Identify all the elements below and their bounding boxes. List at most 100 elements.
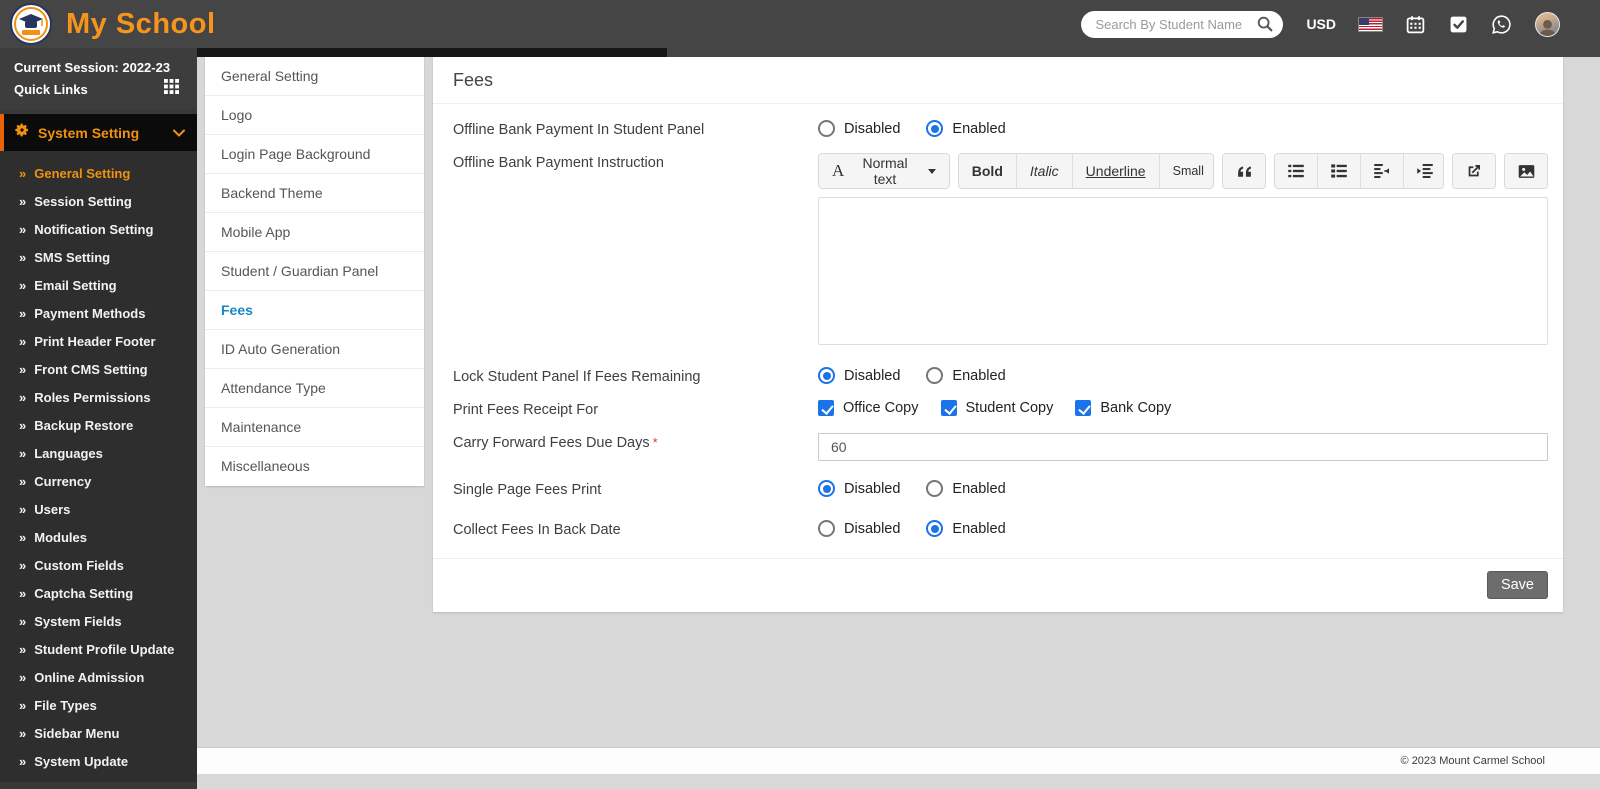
- radio-enabled[interactable]: Enabled: [926, 367, 1006, 384]
- bold-button[interactable]: Bold: [958, 154, 1017, 188]
- link-button[interactable]: [1453, 154, 1495, 188]
- sidebar-item-sms-setting[interactable]: » SMS Setting: [0, 244, 197, 272]
- row-print-fees-receipt: Print Fees Receipt For Office Copy Stude…: [453, 400, 1548, 418]
- sidebar-item-file-types[interactable]: » File Types: [0, 692, 197, 720]
- submenu-item-login-page-background[interactable]: Login Page Background: [205, 135, 424, 174]
- user-avatar[interactable]: [1535, 11, 1560, 37]
- small-button[interactable]: Small: [1159, 154, 1213, 188]
- checkbox-box: [940, 400, 957, 416]
- sidebar-item-label: Custom Fields: [34, 558, 124, 573]
- sidebar-menu-system-setting[interactable]: System Setting: [0, 114, 197, 151]
- radio-circle: [926, 120, 944, 137]
- sidebar-item-sidebar-menu[interactable]: » Sidebar Menu: [0, 720, 197, 748]
- sidebar-item-label: Payment Methods: [34, 306, 146, 321]
- sidebar-item-roles-permissions[interactable]: » Roles Permissions: [0, 384, 197, 412]
- style-dropdown-button[interactable]: A Normal text: [819, 154, 949, 188]
- radio-disabled[interactable]: Disabled: [818, 120, 900, 137]
- sidebar-item-system-fields[interactable]: » System Fields: [0, 608, 197, 636]
- sidebar-item-label: Student Profile Update: [34, 642, 175, 657]
- sidebar-item-currency[interactable]: » Currency: [0, 468, 197, 496]
- sidebar-item-modules[interactable]: » Modules: [0, 524, 197, 552]
- style-label: Normal text: [862, 155, 908, 187]
- whatsapp-icon[interactable]: [1491, 14, 1512, 35]
- checkbox-student-copy[interactable]: Student Copy: [940, 400, 1053, 416]
- sidebar-item-users[interactable]: » Users: [0, 496, 197, 524]
- calendar-icon[interactable]: [1405, 14, 1426, 35]
- radio-disabled[interactable]: Disabled: [818, 367, 900, 384]
- sidebar-item-online-admission[interactable]: » Online Admission: [0, 664, 197, 692]
- sidebar-item-captcha-setting[interactable]: » Captcha Setting: [0, 580, 197, 608]
- radio-enabled[interactable]: Enabled: [926, 120, 1006, 137]
- sidebar-item-label: Currency: [34, 474, 92, 489]
- submenu-item-fees[interactable]: Fees: [205, 291, 424, 330]
- sidebar-item-backup-restore[interactable]: » Backup Restore: [0, 412, 197, 440]
- submenu-item-general-setting[interactable]: General Setting: [205, 57, 424, 96]
- sidebar-item-label: Sidebar Menu: [34, 726, 120, 741]
- sidebar-item-label: Notification Setting: [34, 222, 154, 237]
- sidebar-item-label: Online Admission: [34, 670, 145, 685]
- double-chevron-icon: »: [19, 586, 27, 601]
- radio-enabled[interactable]: Enabled: [926, 520, 1006, 537]
- double-chevron-icon: »: [19, 194, 27, 209]
- sidebar-item-print-header-footer[interactable]: » Print Header Footer: [0, 328, 197, 356]
- italic-button[interactable]: Italic: [1016, 154, 1073, 188]
- list-ol-button[interactable]: [1318, 154, 1362, 188]
- radio-enabled[interactable]: Enabled: [926, 480, 1006, 497]
- sidebar-item-label: Languages: [34, 446, 103, 461]
- submenu-item-attendance-type[interactable]: Attendance Type: [205, 369, 424, 408]
- save-button[interactable]: Save: [1486, 571, 1548, 599]
- chevron-down-icon: [173, 124, 185, 142]
- sidebar-item-label: Backup Restore: [34, 418, 134, 433]
- checkbox-bank-copy[interactable]: Bank Copy: [1075, 400, 1171, 416]
- radio-circle: [818, 480, 835, 497]
- sidebar-item-label: Users: [34, 502, 71, 517]
- sidebar-item-system-update[interactable]: » System Update: [0, 748, 197, 776]
- submenu-item-student-guardian-panel[interactable]: Student / Guardian Panel: [205, 252, 424, 291]
- search-icon[interactable]: [1256, 15, 1274, 38]
- sidebar-item-front-cms-setting[interactable]: » Front CMS Setting: [0, 356, 197, 384]
- sidebar-menu-list: » General Setting » Session Setting » Notif…: [0, 151, 197, 782]
- submenu-item-id-auto-generation[interactable]: ID Auto Generation: [205, 330, 424, 369]
- sidebar-item-student-profile-update[interactable]: » Student Profile Update: [0, 636, 197, 664]
- outdent-button[interactable]: [1361, 154, 1405, 188]
- richtext-editor-area[interactable]: [818, 197, 1548, 345]
- sidebar-item-email-setting[interactable]: » Email Setting: [0, 272, 197, 300]
- blockquote-button[interactable]: [1222, 154, 1266, 188]
- radio-disabled[interactable]: Disabled: [818, 480, 900, 497]
- sidebar-item-label: File Types: [34, 698, 97, 713]
- double-chevron-icon: »: [19, 250, 27, 265]
- sidebar-item-session-setting[interactable]: » Session Setting: [0, 188, 197, 216]
- sidebar-item-languages[interactable]: » Languages: [0, 440, 197, 468]
- search-input[interactable]: [1095, 16, 1256, 32]
- page-title: Fees: [433, 57, 1563, 104]
- underline-button[interactable]: Underline: [1072, 154, 1160, 188]
- indent-button[interactable]: [1404, 154, 1444, 188]
- submenu-item-logo[interactable]: Logo: [205, 96, 424, 135]
- student-search: [1081, 10, 1284, 38]
- sidebar-item-payment-methods[interactable]: » Payment Methods: [0, 300, 197, 328]
- row-offline-bank-payment: Offline Bank Payment In Student Panel Di…: [453, 120, 1548, 138]
- list-ul-button[interactable]: [1275, 154, 1319, 188]
- checkbox-label: Bank Copy: [1100, 400, 1172, 416]
- task-check-icon[interactable]: [1449, 15, 1468, 34]
- gears-icon: [14, 122, 30, 143]
- grid-icon[interactable]: [164, 79, 179, 101]
- us-flag-icon[interactable]: [1359, 17, 1382, 31]
- submenu-item-maintenance[interactable]: Maintenance: [205, 408, 424, 447]
- sidebar-item-notification-setting[interactable]: » Notification Setting: [0, 216, 197, 244]
- quick-links[interactable]: Quick Links: [14, 79, 183, 101]
- checkbox-office-copy[interactable]: Office Copy: [818, 400, 919, 416]
- sidebar-item-label: SMS Setting: [34, 250, 111, 265]
- submenu-item-mobile-app[interactable]: Mobile App: [205, 213, 424, 252]
- sidebar-item-custom-fields[interactable]: » Custom Fields: [0, 552, 197, 580]
- currency-label[interactable]: USD: [1306, 16, 1336, 32]
- submenu-item-miscellaneous[interactable]: Miscellaneous: [205, 447, 424, 486]
- brand[interactable]: My School: [0, 3, 480, 45]
- field-label: Print Fees Receipt For: [453, 402, 599, 418]
- carry-forward-days-input[interactable]: [818, 433, 1548, 461]
- picture-button[interactable]: [1504, 154, 1547, 188]
- submenu-item-backend-theme[interactable]: Backend Theme: [205, 174, 424, 213]
- double-chevron-icon: »: [19, 334, 27, 349]
- radio-disabled[interactable]: Disabled: [818, 520, 900, 537]
- sidebar-item-general-setting[interactable]: » General Setting: [0, 160, 197, 188]
